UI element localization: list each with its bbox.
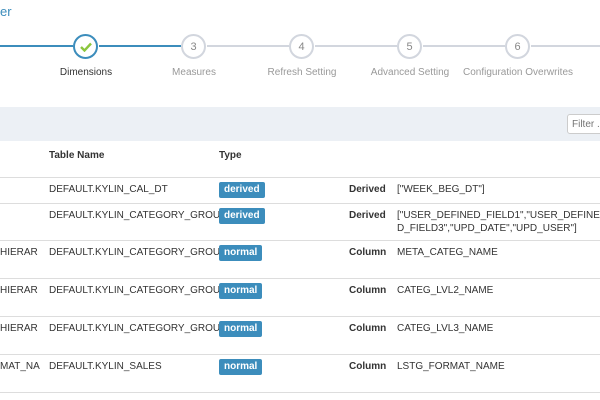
step-connector xyxy=(0,45,73,47)
kind-cell: Derived xyxy=(349,184,386,195)
normal-badge: normal xyxy=(219,283,263,299)
step-6-circle[interactable]: 6 xyxy=(505,34,530,59)
table-row[interactable]: DEFAULT.KYLIN_CATEGORY_GROUPINGS Derived [… xyxy=(0,204,600,241)
step-connector xyxy=(315,45,397,47)
derived-badge: derived xyxy=(219,182,265,198)
table-name-cell: DEFAULT.KYLIN_CATEGORY_GROUPINGS xyxy=(49,210,252,221)
normal-badge: normal xyxy=(219,359,263,375)
type-cell: derived xyxy=(219,182,265,198)
check-icon xyxy=(79,42,92,52)
value-cell: CATEG_LVL2_NAME xyxy=(397,285,494,296)
filter-input[interactable] xyxy=(567,114,600,134)
table-name-cell: DEFAULT.KYLIN_CATEGORY_GROUPINGS xyxy=(49,323,252,334)
kind-cell: Column xyxy=(349,285,387,296)
kind-cell: Derived xyxy=(349,210,386,221)
step-5-circle[interactable]: 5 xyxy=(397,34,422,59)
step-label[interactable]: Dimensions xyxy=(60,67,112,78)
table-name-cell: DEFAULT.KYLIN_SALES xyxy=(49,361,162,372)
table-name-cell: DEFAULT.KYLIN_CATEGORY_GROUPINGS xyxy=(49,285,252,296)
step-2-circle[interactable] xyxy=(73,34,98,59)
step-number: 5 xyxy=(406,40,413,53)
step-connector xyxy=(99,45,181,47)
header-table-name[interactable]: Table Name xyxy=(49,150,104,161)
header-type[interactable]: Type xyxy=(219,150,242,161)
step-connector xyxy=(531,45,600,47)
column-name-cell: HIERAR xyxy=(0,285,38,296)
step-3-circle[interactable]: 3 xyxy=(181,34,206,59)
step-number: 4 xyxy=(298,40,305,53)
table-row[interactable]: DEFAULT.KYLIN_CAL_DT Derived ["WEEK_BEG_DT… xyxy=(0,178,600,204)
derived-badge: derived xyxy=(219,208,265,224)
type-cell: normal xyxy=(219,283,263,299)
value-cell: META_CATEG_NAME xyxy=(397,247,498,258)
table-row[interactable]: MAT_NA DEFAULT.KYLIN_SALES Column LSTG_FORM… xyxy=(0,355,600,393)
step-connector xyxy=(207,45,289,47)
column-name-cell: HIERAR xyxy=(0,247,38,258)
dimensions-table: Table Name Type DEFAULT.KYLIN_CAL_DT Deri… xyxy=(0,145,600,393)
normal-badge: normal xyxy=(219,245,263,261)
wizard-steps: Dimensions 3 Measures 4 Refresh Setting 5 Adva… xyxy=(0,30,600,90)
step-4-circle[interactable]: 4 xyxy=(289,34,314,59)
table-row[interactable]: HIERAR DEFAULT.KYLIN_CATEGORY_GROUPINGS Co… xyxy=(0,317,600,355)
step-number: 6 xyxy=(514,40,521,53)
back-link[interactable]: er xyxy=(0,4,12,19)
type-cell: normal xyxy=(219,321,263,337)
value-cell: LSTG_FORMAT_NAME xyxy=(397,361,505,372)
table-row[interactable]: HIERAR DEFAULT.KYLIN_CATEGORY_GROUPINGS Co… xyxy=(0,279,600,317)
step-label[interactable]: Measures xyxy=(172,67,216,78)
filter-bar xyxy=(0,107,600,141)
kind-cell: Column xyxy=(349,323,387,334)
step-label[interactable]: Advanced Setting xyxy=(371,67,449,78)
value-cell: ["USER_DEFINED_FIELD1","USER_DEFINED_FIE… xyxy=(397,210,600,234)
normal-badge: normal xyxy=(219,321,263,337)
column-name-cell: MAT_NA xyxy=(0,361,40,372)
table-row[interactable]: HIERAR DEFAULT.KYLIN_CATEGORY_GROUPINGS Co… xyxy=(0,241,600,279)
type-cell: normal xyxy=(219,359,263,375)
value-cell: ["WEEK_BEG_DT"] xyxy=(397,184,485,195)
type-cell: normal xyxy=(219,245,263,261)
column-name-cell: HIERAR xyxy=(0,323,38,334)
kind-cell: Column xyxy=(349,247,387,258)
table-header: Table Name Type xyxy=(0,145,600,178)
step-label[interactable]: Configuration Overwrites xyxy=(463,67,573,78)
step-connector xyxy=(423,45,505,47)
table-name-cell: DEFAULT.KYLIN_CAL_DT xyxy=(49,184,168,195)
step-number: 3 xyxy=(190,40,197,53)
type-cell: derived xyxy=(219,208,265,224)
value-cell: CATEG_LVL3_NAME xyxy=(397,323,494,334)
table-name-cell: DEFAULT.KYLIN_CATEGORY_GROUPINGS xyxy=(49,247,252,258)
step-label[interactable]: Refresh Setting xyxy=(268,67,337,78)
kind-cell: Column xyxy=(349,361,387,372)
